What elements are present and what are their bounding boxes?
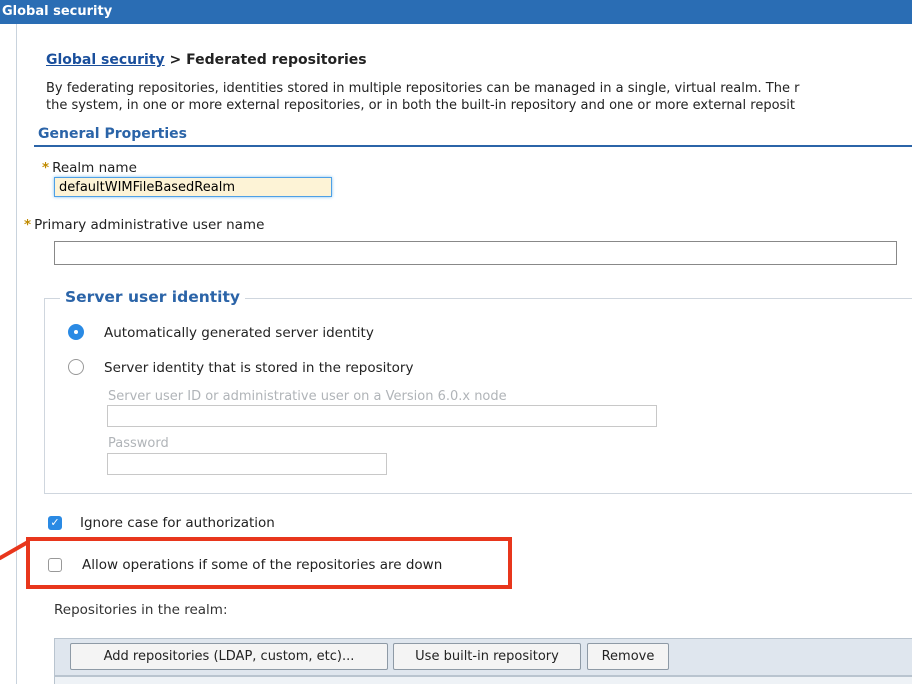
window-title: Global security [2, 4, 113, 19]
page-description: By federating repositories, identities s… [46, 80, 912, 114]
primary-admin-input[interactable] [54, 241, 897, 265]
frame-border [16, 24, 17, 684]
breadcrumb-separator: > [164, 52, 187, 68]
realm-name-label: * Realm name [42, 160, 137, 176]
repositories-label: Repositories in the realm: [54, 602, 228, 618]
breadcrumb-current: Federated repositories [186, 52, 367, 68]
add-repositories-button[interactable]: Add repositories (LDAP, custom, etc)... [70, 643, 388, 670]
breadcrumb: Global security > Federated repositories [46, 52, 367, 68]
radio-auto-generated-identity[interactable] [68, 324, 84, 340]
window-title-bar: Global security [0, 0, 912, 24]
server-user-id-label: Server user ID or administrative user on… [108, 389, 507, 404]
radio-label-stored-identity[interactable]: Server identity that is stored in the re… [104, 360, 413, 376]
primary-admin-label: * Primary administrative user name [24, 217, 265, 233]
repositories-table-header [54, 676, 912, 684]
section-divider [34, 145, 912, 147]
description-line-1: By federating repositories, identities s… [46, 81, 800, 96]
remove-button[interactable]: Remove [587, 643, 669, 670]
highlight-box [26, 537, 512, 589]
description-line-2: the system, in one or more external repo… [46, 98, 796, 113]
breadcrumb-link-global-security[interactable]: Global security [46, 52, 165, 68]
server-identity-legend: Server user identity [60, 288, 245, 306]
use-builtin-repository-button[interactable]: Use built-in repository [393, 643, 581, 670]
server-user-id-input [107, 405, 657, 427]
ignore-case-label[interactable]: Ignore case for authorization [80, 515, 275, 531]
required-marker: * [24, 217, 32, 233]
password-label: Password [108, 436, 169, 451]
radio-stored-identity[interactable] [68, 359, 84, 375]
radio-label-auto-generated[interactable]: Automatically generated server identity [104, 325, 374, 341]
realm-name-input[interactable] [54, 177, 332, 197]
password-input [107, 453, 387, 475]
section-title-general-properties: General Properties [38, 126, 187, 142]
ignore-case-checkbox[interactable]: ✓ [48, 516, 62, 530]
check-icon: ✓ [50, 516, 60, 529]
required-marker: * [42, 160, 50, 176]
red-arrow-annotation-icon [0, 540, 30, 560]
